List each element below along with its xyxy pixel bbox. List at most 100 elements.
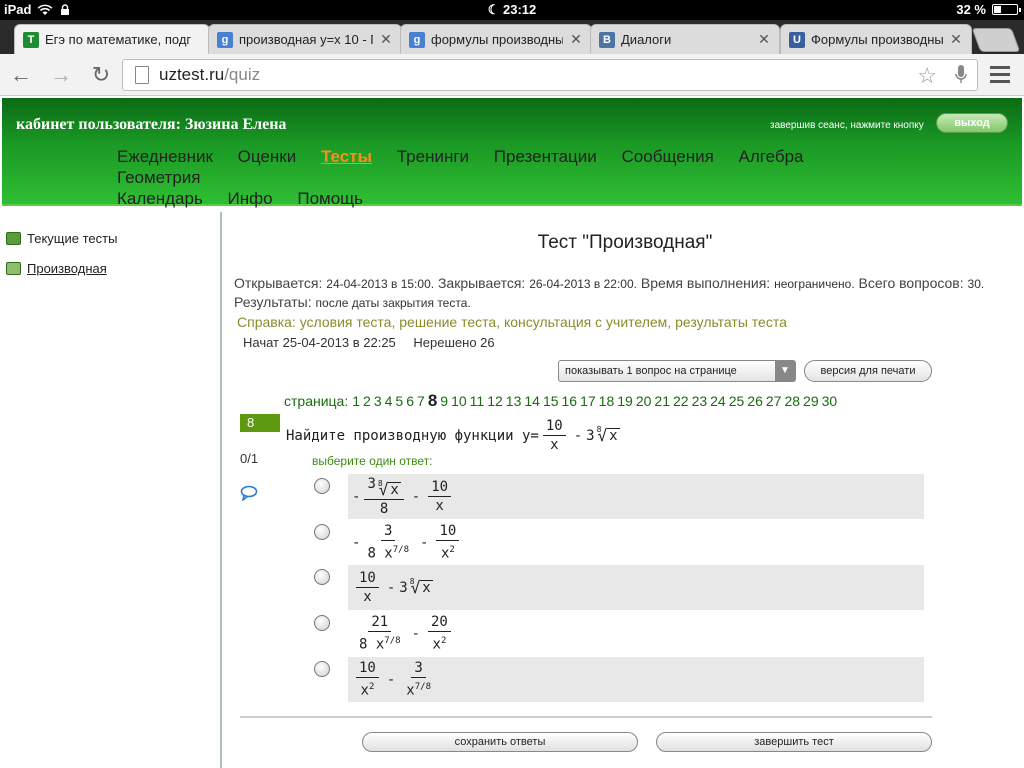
page-link-30[interactable]: 30 bbox=[822, 393, 838, 409]
page-link-27[interactable]: 27 bbox=[766, 393, 782, 409]
print-version-button[interactable]: версия для печати bbox=[804, 360, 932, 382]
page-link-4[interactable]: 4 bbox=[385, 393, 393, 409]
reload-icon[interactable]: ↻ bbox=[88, 62, 114, 88]
page-link-6[interactable]: 6 bbox=[406, 393, 414, 409]
tab-2[interactable]: g производная y=x 10 - По ✕ bbox=[208, 24, 402, 54]
page-link-26[interactable]: 26 bbox=[747, 393, 763, 409]
nav-geometry[interactable]: Геометрия bbox=[117, 167, 201, 188]
help-link-conditions[interactable]: условия теста bbox=[300, 314, 392, 330]
page-link-1[interactable]: 1 bbox=[352, 393, 360, 409]
page-link-29[interactable]: 29 bbox=[803, 393, 819, 409]
nav-help[interactable]: Помощь bbox=[297, 188, 363, 209]
help-link-solution[interactable]: решение теста bbox=[399, 314, 496, 330]
nav-info[interactable]: Инфо bbox=[228, 188, 273, 209]
page-link-21[interactable]: 21 bbox=[654, 393, 670, 409]
sidebar-item-derivative[interactable]: Производная bbox=[6, 261, 107, 276]
page-link-25[interactable]: 25 bbox=[729, 393, 745, 409]
logout-hint: завершив сеанс, нажмите кнопку bbox=[770, 120, 924, 131]
answer-formula: 10 x -3 8 √ x bbox=[348, 565, 924, 610]
page-link-7[interactable]: 7 bbox=[417, 393, 425, 409]
page-icon bbox=[135, 66, 149, 84]
page-link-22[interactable]: 22 bbox=[673, 393, 689, 409]
close-tab-icon[interactable]: ✕ bbox=[949, 31, 963, 48]
nav-calendar[interactable]: Календарь bbox=[117, 188, 203, 209]
radio-button[interactable] bbox=[314, 478, 330, 494]
logout-button[interactable]: выход bbox=[936, 113, 1008, 133]
help-link-consultation[interactable]: консультация с учителем bbox=[504, 314, 667, 330]
tab-5[interactable]: U Формулы производных - ✕ bbox=[780, 24, 972, 54]
opens-label: Открывается: bbox=[234, 275, 323, 291]
bookmark-star-icon[interactable]: ☆ bbox=[917, 63, 937, 89]
nav-messages[interactable]: Сообщения bbox=[622, 146, 714, 167]
save-answers-button[interactable]: сохранить ответы bbox=[362, 732, 638, 752]
page-link-12[interactable]: 12 bbox=[487, 393, 503, 409]
page-link-18[interactable]: 18 bbox=[599, 393, 615, 409]
page-link-15[interactable]: 15 bbox=[543, 393, 559, 409]
address-bar[interactable]: uztest.ru /quiz ☆ bbox=[122, 59, 978, 91]
opens-value: 24-04-2013 в 15:00. bbox=[326, 277, 435, 291]
page-link-5[interactable]: 5 bbox=[395, 393, 403, 409]
close-tab-icon[interactable]: ✕ bbox=[569, 31, 583, 48]
pagination-label: страница: bbox=[284, 393, 349, 409]
nav-grades[interactable]: Оценки bbox=[238, 146, 297, 167]
tab-favicon-icon: Т bbox=[23, 31, 39, 48]
nav-algebra[interactable]: Алгебра bbox=[739, 146, 804, 167]
page-link-19[interactable]: 19 bbox=[617, 393, 633, 409]
progress-info: Начат 25-04-2013 в 22:25 Нерешено 26 bbox=[243, 335, 509, 350]
nav-diary[interactable]: Ежедневник bbox=[117, 146, 213, 167]
url-path: /quiz bbox=[224, 65, 261, 84]
page-title: Тест "Производная" bbox=[537, 232, 713, 253]
page-link-24[interactable]: 24 bbox=[710, 393, 726, 409]
page-link-23[interactable]: 23 bbox=[692, 393, 708, 409]
radio-button[interactable] bbox=[314, 615, 330, 631]
back-arrow-icon[interactable]: ← bbox=[8, 62, 34, 88]
page-link-11[interactable]: 11 bbox=[470, 393, 485, 409]
radio-button[interactable] bbox=[314, 661, 330, 677]
close-tab-icon[interactable]: ✕ bbox=[757, 31, 771, 48]
microphone-icon[interactable] bbox=[955, 65, 967, 85]
radio-button[interactable] bbox=[314, 524, 330, 540]
answer-formula: 21 8 x7/8 - 20 x2 bbox=[348, 611, 924, 656]
answer-option-4[interactable]: 21 8 x7/8 - 20 x2 bbox=[314, 611, 924, 656]
question-score: 0/1 bbox=[240, 451, 259, 466]
page-link-28[interactable]: 28 bbox=[784, 393, 800, 409]
new-tab-button[interactable] bbox=[971, 28, 1021, 52]
page-link-17[interactable]: 17 bbox=[580, 393, 596, 409]
tab-4[interactable]: В Диалоги ✕ bbox=[590, 24, 780, 54]
questions-label: Всего вопросов: bbox=[858, 275, 964, 291]
questions-per-page-select[interactable]: показывать 1 вопрос на странице ▼ bbox=[558, 360, 796, 382]
nav-trainings[interactable]: Тренинги bbox=[397, 146, 469, 167]
nav-presentations[interactable]: Презентации bbox=[494, 146, 597, 167]
page-link-2[interactable]: 2 bbox=[363, 393, 371, 409]
comment-icon[interactable] bbox=[240, 485, 258, 501]
nav-tests[interactable]: Тесты bbox=[321, 146, 372, 167]
formula-root: 8 √ x bbox=[596, 424, 620, 445]
help-link-results[interactable]: результаты теста bbox=[675, 314, 787, 330]
answer-option-1[interactable]: - 3 8 √ x 8 - 10 x bbox=[314, 474, 924, 519]
answer-formula: - 38 x7/8 - 10 x2 bbox=[348, 520, 924, 565]
ios-status-bar: iPad ☾ 23:12 32 % bbox=[0, 0, 1024, 20]
finish-test-button[interactable]: завершить тест bbox=[656, 732, 932, 752]
page-link-3[interactable]: 3 bbox=[374, 393, 382, 409]
sidebar: Текущие тесты Производная bbox=[0, 212, 222, 768]
answer-option-2[interactable]: - 38 x7/8 - 10 x2 bbox=[314, 520, 924, 565]
menu-icon[interactable] bbox=[990, 66, 1010, 84]
tab-title: Егэ по математике, подг bbox=[45, 32, 192, 47]
forward-arrow-icon[interactable]: → bbox=[48, 62, 74, 88]
tab-3[interactable]: g формулы производных - ✕ bbox=[400, 24, 592, 54]
page-link-8[interactable]: 8 bbox=[428, 391, 437, 410]
page-link-14[interactable]: 14 bbox=[524, 393, 540, 409]
tab-1[interactable]: Т Егэ по математике, подг bbox=[14, 24, 210, 54]
answer-option-3[interactable]: 10 x -3 8 √ x bbox=[314, 565, 924, 610]
radio-button[interactable] bbox=[314, 569, 330, 585]
page-link-20[interactable]: 20 bbox=[636, 393, 652, 409]
page-link-16[interactable]: 16 bbox=[562, 393, 578, 409]
page-link-10[interactable]: 10 bbox=[451, 393, 467, 409]
page-link-13[interactable]: 13 bbox=[506, 393, 522, 409]
browser-toolbar: ← → ↻ uztest.ru /quiz ☆ bbox=[0, 54, 1024, 96]
answer-option-5[interactable]: 10 x2 - 3 x7/8 bbox=[314, 657, 924, 702]
close-tab-icon[interactable]: ✕ bbox=[379, 31, 393, 48]
tab-title: Формулы производных - bbox=[811, 32, 943, 47]
page-link-9[interactable]: 9 bbox=[440, 393, 448, 409]
sidebar-item-current-tests[interactable]: Текущие тесты bbox=[6, 231, 117, 246]
